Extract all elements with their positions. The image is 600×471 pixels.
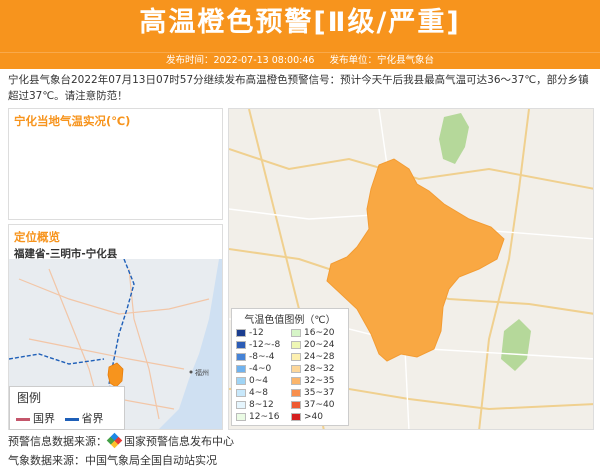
legend-item: -12 bbox=[236, 327, 289, 338]
publisher: 发布单位：宁化县气象台 bbox=[329, 55, 434, 66]
legend-item-province-border: 省界 bbox=[64, 410, 104, 426]
warning-source-link[interactable]: 国家预警信息发布中心 bbox=[124, 435, 234, 448]
legend-item: 20~24 bbox=[291, 339, 344, 350]
legend-item: 24~28 bbox=[291, 351, 344, 362]
legend-item: 37~40 bbox=[291, 399, 344, 410]
temperature-color-legend: 气温色值图例（℃） -12 16~20 -12~-8 20~24 -8~-4 2… bbox=[231, 308, 349, 426]
overview-legend: 图例 国界 省界 bbox=[9, 386, 125, 430]
temperature-panel-title: 宁化当地气温实况(℃) bbox=[14, 114, 131, 128]
warning-source-label: 预警信息数据来源： bbox=[8, 435, 107, 448]
legend-item: 16~20 bbox=[291, 327, 344, 338]
warning-source-line: 预警信息数据来源： 国家预警信息发布中心 bbox=[8, 432, 594, 451]
legend-item: 28~32 bbox=[291, 363, 344, 374]
legend-item: 12~16 bbox=[236, 411, 289, 422]
publish-time: 发布时间：2022-07-13 08:00:46 bbox=[166, 55, 315, 66]
legend-item: 32~35 bbox=[291, 375, 344, 386]
legend-item: -4~0 bbox=[236, 363, 289, 374]
legend-item: -12~-8 bbox=[236, 339, 289, 350]
warning-center-logo-icon bbox=[106, 432, 123, 449]
legend-item: >40 bbox=[291, 411, 344, 422]
legend-item: -8~-4 bbox=[236, 351, 289, 362]
weather-source-line: 气象数据来源：中国气象局全国自动站实况 bbox=[8, 454, 217, 467]
legend-item: 4~8 bbox=[236, 387, 289, 398]
legend-item: 35~37 bbox=[291, 387, 344, 398]
page-title: 高温橙色预警[Ⅱ级/严重] bbox=[139, 7, 461, 38]
legend-item: 8~12 bbox=[236, 399, 289, 410]
publish-meta: 发布时间：2022-07-13 08:00:46 发布单位：宁化县气象台 bbox=[0, 52, 600, 69]
warning-header: 高温橙色预警[Ⅱ级/严重] bbox=[0, 0, 600, 52]
legend-item: 0~4 bbox=[236, 375, 289, 386]
warning-description: 宁化县气象台2022年07月13日07时57分继续发布高温橙色预警信号：预计今天… bbox=[8, 74, 589, 102]
temperature-panel: 宁化当地气温实况(℃) bbox=[8, 108, 223, 220]
data-sources: 预警信息数据来源： 国家预警信息发布中心 气象数据来源：中国气象局全国自动站实况 bbox=[8, 432, 594, 470]
legend-title: 气温色值图例（℃） bbox=[244, 315, 336, 326]
city-label-fuzhou: 福州 bbox=[195, 368, 209, 377]
legend-item-national-border: 国界 bbox=[16, 410, 55, 426]
overview-legend-title: 图例 bbox=[17, 391, 42, 405]
